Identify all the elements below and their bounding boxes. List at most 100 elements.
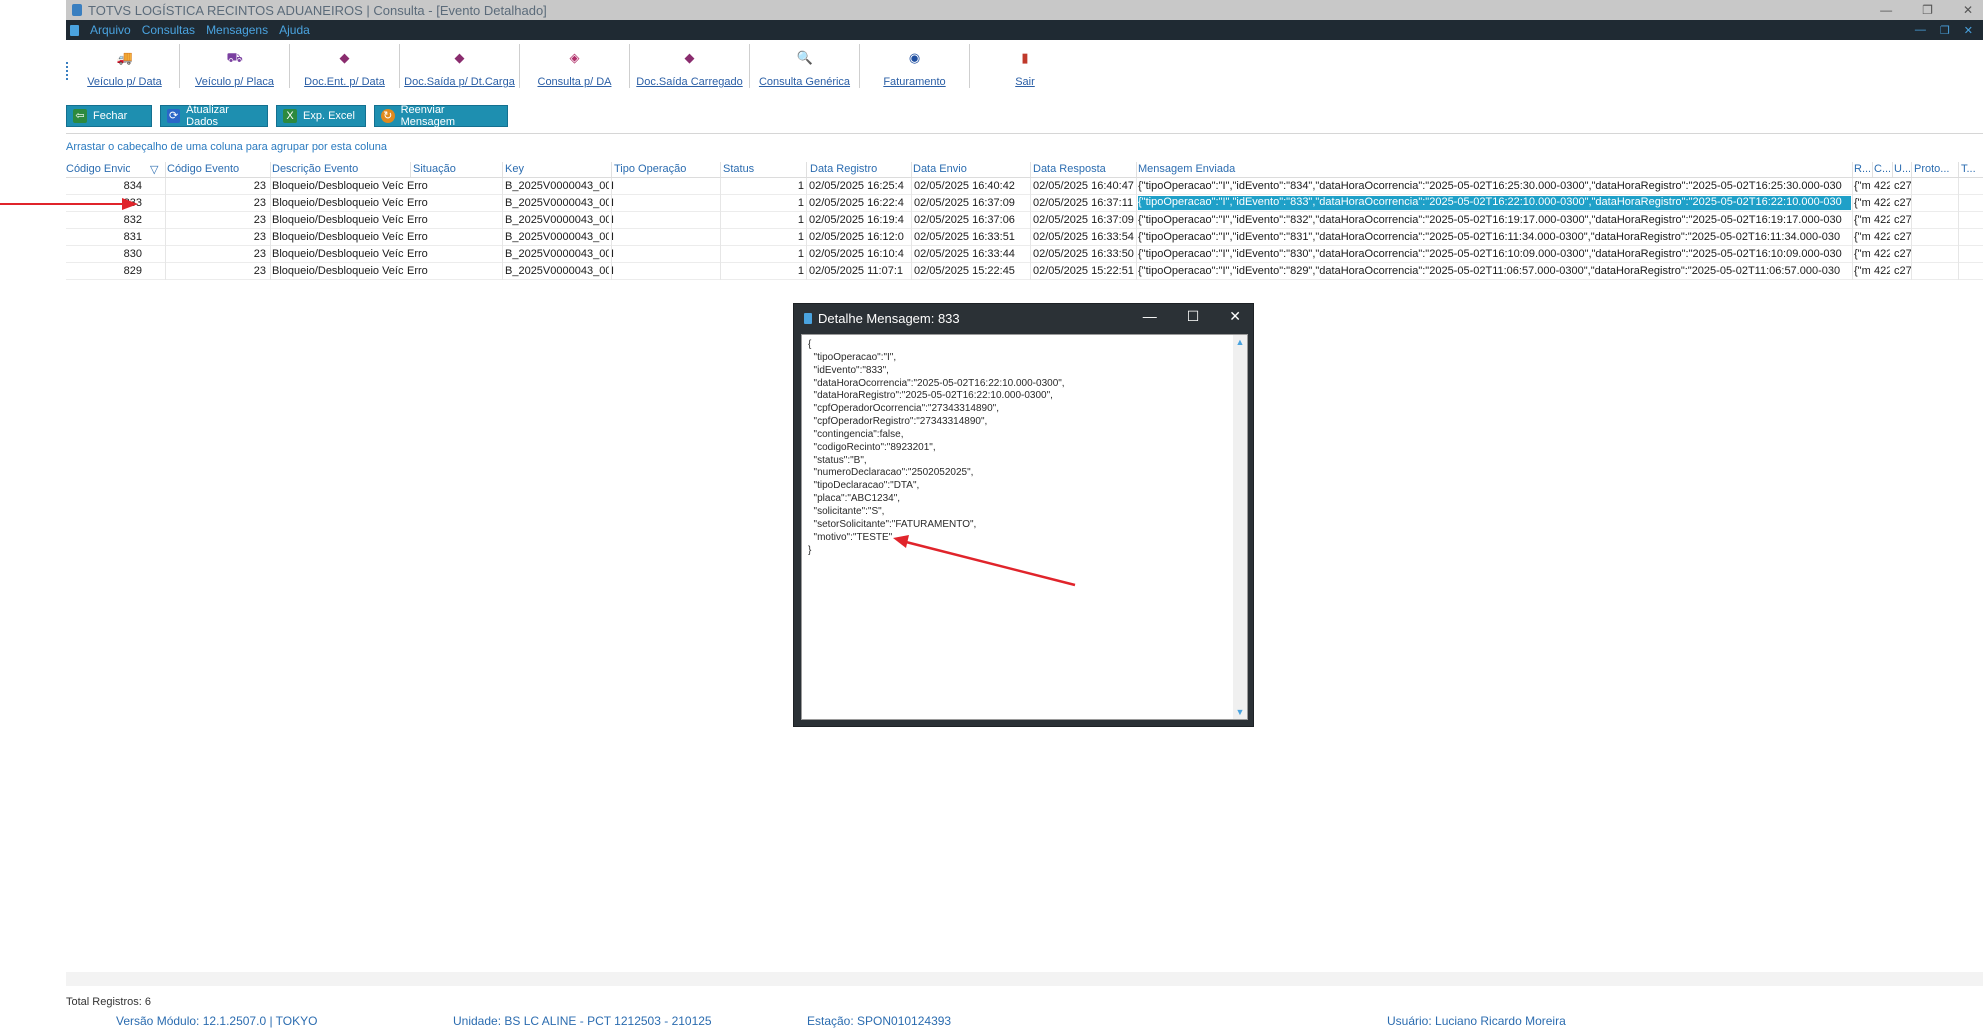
maximize-icon[interactable]: ☐	[1187, 308, 1200, 325]
cell-codigo-envio[interactable]: 830	[66, 248, 142, 260]
cell-c[interactable]: 422	[1874, 214, 1890, 226]
cell-u[interactable]: c27	[1894, 265, 1911, 277]
cell-c[interactable]: 422	[1874, 231, 1890, 243]
col-data-resposta[interactable]: Data Resposta	[1033, 163, 1133, 175]
cell-key[interactable]: B_2025V0000043_003	[505, 231, 609, 243]
cell-situacao[interactable]: Erro	[407, 248, 502, 260]
col-r[interactable]: R...	[1854, 163, 1870, 175]
restore-icon[interactable]: ❐	[1922, 3, 1933, 17]
cell-tipo[interactable]: I	[611, 180, 621, 192]
cell-data-resposta[interactable]: 02/05/2025 16:33:54	[1033, 231, 1134, 243]
table-row[interactable]: 830 23 Bloqueio/Desbloqueio Veículo Erro B_2…	[66, 246, 1983, 263]
cell-c[interactable]: 422	[1874, 265, 1890, 277]
cell-descricao[interactable]: Bloqueio/Desbloqueio Veículo	[272, 248, 404, 260]
table-row[interactable]: 832 23 Bloqueio/Desbloqueio Veículo Erro B_2…	[66, 212, 1983, 229]
col-data-registro[interactable]: Data Registro	[810, 163, 908, 175]
cell-descricao[interactable]: Bloqueio/Desbloqueio Veículo	[272, 180, 404, 192]
cell-situacao[interactable]: Erro	[407, 231, 502, 243]
cell-mensagem[interactable]: {"tipoOperacao":"I","idEvento":"830","da…	[1138, 248, 1851, 260]
col-u[interactable]: U...	[1894, 163, 1910, 175]
table-row[interactable]: 834 23 Bloqueio/Desbloqueio Veículo Erro B_2…	[66, 178, 1983, 195]
sort-desc-icon[interactable]: ▽	[150, 163, 162, 176]
cell-data-envio[interactable]: 02/05/2025 15:22:45	[914, 265, 1026, 277]
cell-data-envio[interactable]: 02/05/2025 16:37:06	[914, 214, 1026, 226]
table-row[interactable]: 831 23 Bloqueio/Desbloqueio Veículo Erro B_2…	[66, 229, 1983, 246]
cell-codigo-evento[interactable]: 23	[167, 214, 266, 226]
cell-data-resposta[interactable]: 02/05/2025 16:40:47	[1033, 180, 1134, 192]
cell-key[interactable]: B_2025V0000043_006	[505, 180, 609, 192]
message-textarea[interactable]: { "tipoOperacao":"I", "idEvento":"833", …	[801, 334, 1248, 720]
cell-status[interactable]: 1	[723, 214, 804, 226]
col-descricao-evento[interactable]: Descrição Evento	[272, 163, 407, 175]
cell-data-registro[interactable]: 02/05/2025 16:19:4	[809, 214, 909, 226]
cell-u[interactable]: c27	[1894, 214, 1911, 226]
cell-mensagem[interactable]: {"tipoOperacao":"I","idEvento":"829","da…	[1138, 265, 1851, 277]
cell-situacao[interactable]: Erro	[407, 180, 502, 192]
cell-u[interactable]: c27	[1894, 248, 1911, 260]
cell-codigo-evento[interactable]: 23	[167, 265, 266, 277]
cell-data-resposta[interactable]: 02/05/2025 16:37:11	[1033, 197, 1134, 209]
cell-situacao[interactable]: Erro	[407, 265, 502, 277]
refresh-button[interactable]: ⟳ Atualizar Dados	[160, 104, 268, 128]
menu-mensagens[interactable]: Mensagens	[206, 23, 268, 37]
cell-mensagem[interactable]: {"tipoOperacao":"I","idEvento":"831","da…	[1138, 231, 1851, 243]
col-key[interactable]: Key	[505, 163, 605, 175]
cell-codigo-evento[interactable]: 23	[167, 180, 266, 192]
cell-status[interactable]: 1	[723, 197, 804, 209]
menu-ajuda[interactable]: Ajuda	[279, 23, 310, 37]
cell-codigo-envio[interactable]: 834	[66, 180, 142, 192]
cell-data-envio[interactable]: 02/05/2025 16:37:09	[914, 197, 1026, 209]
cell-status[interactable]: 1	[723, 265, 804, 277]
toolbar-veiculo-placa[interactable]: ⛟ Veículo p/ Placa	[180, 44, 290, 88]
cell-key[interactable]: B_2025V0000043_004	[505, 214, 609, 226]
cell-data-resposta[interactable]: 02/05/2025 16:37:09	[1033, 214, 1134, 226]
toolbar-doc-saida-carregado[interactable]: ◆ Doc.Saída Carregado	[630, 44, 750, 88]
close-button[interactable]: ⇦ Fechar	[66, 105, 152, 127]
cell-codigo-evento[interactable]: 23	[167, 231, 266, 243]
toolbar-consulta-da[interactable]: ◈ Consulta p/ DA	[520, 44, 630, 88]
col-protocolo[interactable]: Proto...	[1914, 163, 1956, 175]
cell-situacao[interactable]: Erro	[407, 197, 502, 209]
cell-tipo[interactable]: I	[611, 214, 621, 226]
menu-consultas[interactable]: Consultas	[142, 23, 195, 37]
cell-descricao[interactable]: Bloqueio/Desbloqueio Veículo	[272, 231, 404, 243]
minimize-icon[interactable]: —	[1143, 308, 1157, 325]
scroll-up-icon[interactable]: ▲	[1233, 337, 1247, 347]
col-codigo-evento[interactable]: Código Evento	[167, 163, 267, 175]
cell-r[interactable]: {"m	[1854, 197, 1870, 209]
col-c[interactable]: C...	[1874, 163, 1890, 175]
cell-descricao[interactable]: Bloqueio/Desbloqueio Veículo	[272, 197, 404, 209]
cell-u[interactable]: c27	[1894, 231, 1911, 243]
cell-codigo-envio[interactable]: 831	[66, 231, 142, 243]
col-t[interactable]: T...	[1961, 163, 1981, 175]
cell-codigo-evento[interactable]: 23	[167, 248, 266, 260]
cell-r[interactable]: {"m	[1854, 231, 1870, 243]
cell-status[interactable]: 1	[723, 180, 804, 192]
cell-tipo[interactable]: I	[611, 248, 621, 260]
col-status[interactable]: Status	[723, 163, 803, 175]
cell-mensagem[interactable]: {"tipoOperacao":"I","idEvento":"833","da…	[1138, 196, 1851, 210]
toolbar-doc-ent-data[interactable]: ◆ Doc.Ent. p/ Data	[290, 44, 400, 88]
cell-status[interactable]: 1	[723, 231, 804, 243]
toolbar-faturamento[interactable]: ◉ Faturamento	[860, 44, 970, 88]
cell-r[interactable]: {"m	[1854, 214, 1870, 226]
cell-mensagem[interactable]: {"tipoOperacao":"I","idEvento":"832","da…	[1138, 214, 1851, 226]
cell-r[interactable]: {"m	[1854, 180, 1870, 192]
cell-codigo-evento[interactable]: 23	[167, 197, 266, 209]
cell-u[interactable]: c27	[1894, 180, 1911, 192]
cell-data-envio[interactable]: 02/05/2025 16:40:42	[914, 180, 1026, 192]
cell-descricao[interactable]: Bloqueio/Desbloqueio Veículo	[272, 265, 404, 277]
cell-codigo-envio[interactable]: 829	[66, 265, 142, 277]
minimize-icon[interactable]: —	[1880, 3, 1892, 17]
cell-data-resposta[interactable]: 02/05/2025 15:22:51	[1033, 265, 1134, 277]
cell-data-registro[interactable]: 02/05/2025 16:25:4	[809, 180, 909, 192]
cell-data-envio[interactable]: 02/05/2025 16:33:44	[914, 248, 1026, 260]
vertical-scrollbar[interactable]: ▲ ▼	[1233, 335, 1247, 719]
export-excel-button[interactable]: X Exp. Excel	[276, 105, 366, 127]
cell-c[interactable]: 422	[1874, 248, 1890, 260]
toolbar-sair[interactable]: ▮ Sair	[970, 44, 1080, 88]
cell-data-envio[interactable]: 02/05/2025 16:33:51	[914, 231, 1026, 243]
cell-tipo[interactable]: I	[611, 265, 621, 277]
col-mensagem-enviada[interactable]: Mensagem Enviada	[1138, 163, 1438, 175]
cell-key[interactable]: B_2025V0000043_005	[505, 197, 609, 209]
